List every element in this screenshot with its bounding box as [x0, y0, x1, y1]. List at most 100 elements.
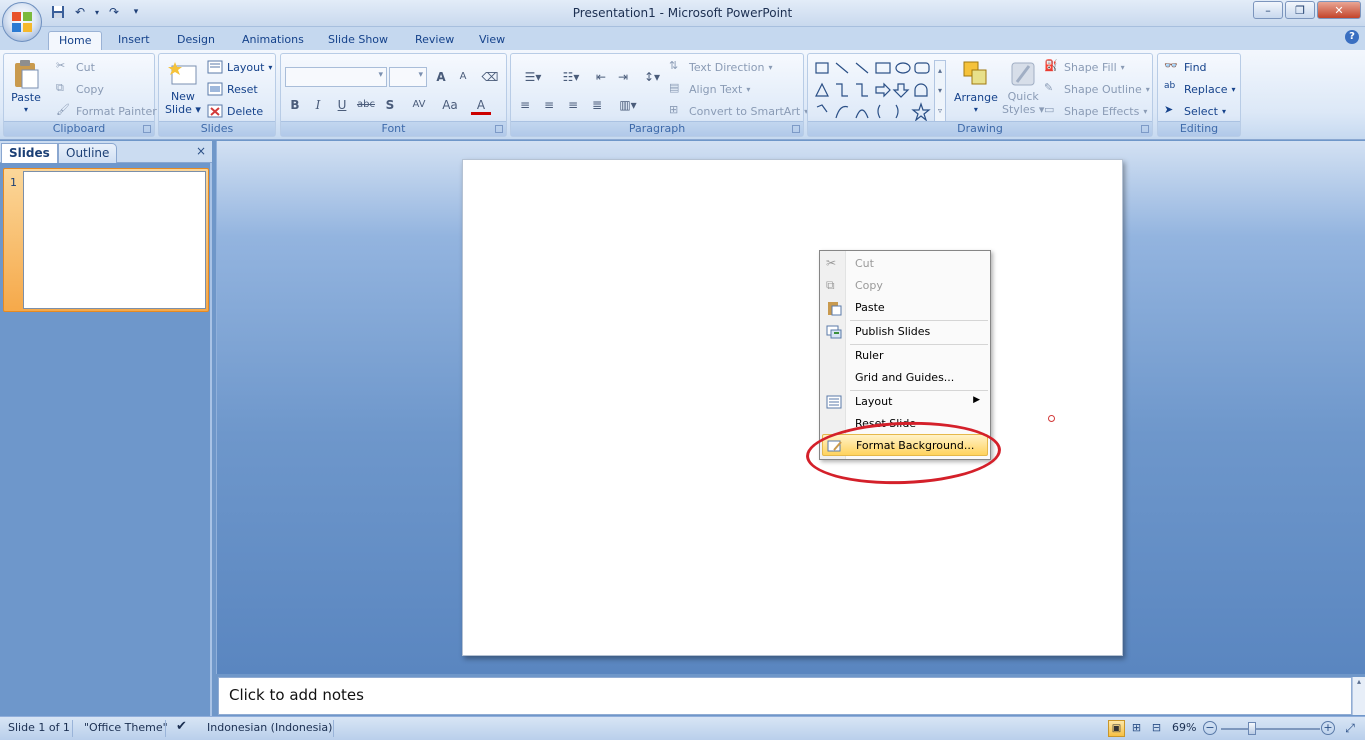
- new-slide-button[interactable]: New Slide ▾: [165, 58, 201, 116]
- scroll-up-icon[interactable]: ▴: [1353, 677, 1365, 686]
- slide-thumbnail-item[interactable]: 1: [3, 168, 209, 312]
- text-shadow-button[interactable]: S: [380, 95, 400, 115]
- tab-slide-show[interactable]: Slide Show: [318, 31, 398, 51]
- cursor-arrow-icon: ➤: [1164, 103, 1174, 116]
- font-size-combo[interactable]: [389, 67, 427, 87]
- shape-effects-button[interactable]: ▭ Shape Effects ▾: [1044, 103, 1147, 119]
- paragraph-dialog-launcher-icon[interactable]: [792, 125, 800, 133]
- menu-item-ruler[interactable]: Ruler: [822, 345, 988, 367]
- arrange-button[interactable]: Arrange ▾: [954, 58, 998, 114]
- numbering-icon[interactable]: ☷▾: [553, 67, 589, 87]
- menu-item-paste[interactable]: Paste: [822, 297, 988, 319]
- font-dialog-launcher-icon[interactable]: [495, 125, 503, 133]
- shape-fill-button[interactable]: ⛽ Shape Fill ▾: [1044, 59, 1125, 75]
- menu-item-cut[interactable]: ✂ Cut: [822, 253, 988, 275]
- select-button[interactable]: ➤ Select ▾: [1164, 103, 1226, 119]
- zoom-out-icon[interactable]: −: [1203, 721, 1217, 735]
- menu-item-cut-label: Cut: [855, 257, 874, 270]
- tab-insert[interactable]: Insert: [108, 31, 160, 51]
- smartart-icon: ⊞: [669, 103, 679, 116]
- font-color-button[interactable]: A: [471, 95, 491, 115]
- strikethrough-button[interactable]: abc: [356, 95, 376, 115]
- text-direction-icon: ⇅: [669, 59, 679, 72]
- close-button[interactable]: ✕: [1317, 1, 1361, 19]
- bold-button[interactable]: B: [285, 95, 305, 115]
- replace-icon: ab: [1164, 81, 1176, 91]
- close-pane-icon[interactable]: ×: [196, 144, 206, 158]
- pane-tab-slides[interactable]: Slides: [1, 143, 58, 163]
- slide-sorter-icon[interactable]: ⊞: [1128, 720, 1145, 737]
- layout-button[interactable]: Layout ▾: [207, 59, 272, 75]
- drawing-dialog-launcher-icon[interactable]: [1141, 125, 1149, 133]
- pane-tab-outline[interactable]: Outline: [58, 143, 118, 163]
- minimize-button[interactable]: –: [1253, 1, 1283, 19]
- columns-icon[interactable]: ▥▾: [613, 95, 643, 115]
- tab-review[interactable]: Review: [405, 31, 464, 51]
- tab-view[interactable]: View: [469, 31, 515, 51]
- align-right-icon[interactable]: ≡: [563, 95, 583, 115]
- fit-to-window-icon[interactable]: ⤢: [1342, 720, 1358, 736]
- align-center-icon[interactable]: ≡: [539, 95, 559, 115]
- grow-font-button[interactable]: A: [431, 67, 451, 87]
- zoom-slider-track[interactable]: [1221, 728, 1320, 730]
- italic-button[interactable]: I: [308, 95, 328, 115]
- menu-item-grid-and-guides[interactable]: Grid and Guides...: [822, 367, 988, 389]
- window-controls: – ❐ ✕: [1253, 1, 1361, 19]
- align-left-icon[interactable]: ≡: [515, 95, 535, 115]
- layout-dropdown-icon: ▾: [268, 62, 273, 72]
- change-case-button[interactable]: Aa: [436, 95, 464, 115]
- tab-design[interactable]: Design: [167, 31, 225, 51]
- increase-indent-icon[interactable]: ⇥: [613, 67, 633, 87]
- cut-button[interactable]: ✂ Cut: [56, 59, 95, 75]
- shape-outline-button[interactable]: ✎ Shape Outline ▾: [1044, 81, 1150, 97]
- text-direction-button[interactable]: ⇅ Text Direction ▾: [669, 59, 772, 75]
- language-status[interactable]: Indonesian (Indonesia): [207, 721, 332, 734]
- menu-item-publish-slides[interactable]: Publish Slides: [822, 321, 988, 343]
- reset-button[interactable]: Reset: [207, 81, 258, 97]
- font-name-combo[interactable]: [285, 67, 387, 87]
- maximize-button[interactable]: ❐: [1285, 1, 1315, 19]
- tab-home[interactable]: Home: [48, 31, 103, 51]
- tab-animations[interactable]: Animations: [232, 31, 314, 51]
- find-button[interactable]: 👓 Find: [1164, 59, 1207, 75]
- convert-smartart-button[interactable]: ⊞Convert to SmartArt▾: [669, 103, 808, 119]
- line-spacing-icon[interactable]: ↕▾: [637, 67, 667, 87]
- scissors-icon: ✂: [826, 256, 837, 270]
- format-painter-button[interactable]: 🖌 Format Painter: [56, 103, 157, 119]
- replace-button[interactable]: ab Replace ▾: [1164, 81, 1236, 97]
- decrease-indent-icon[interactable]: ⇤: [591, 67, 611, 87]
- shapes-gallery[interactable]: [814, 60, 942, 122]
- quick-styles-button[interactable]: Quick Styles ▾: [1002, 58, 1044, 116]
- slide-thumbnail[interactable]: [23, 171, 206, 309]
- zoom-level[interactable]: 69%: [1172, 721, 1196, 734]
- character-spacing-button[interactable]: AV: [405, 95, 433, 115]
- slide-canvas[interactable]: [462, 159, 1123, 656]
- shape-outline-label: Shape Outline: [1064, 82, 1142, 96]
- align-text-button[interactable]: ▤ Align Text ▾: [669, 81, 750, 97]
- help-icon[interactable]: ?: [1345, 30, 1359, 44]
- menu-item-copy[interactable]: ⧉ Copy: [822, 275, 988, 297]
- spellcheck-icon[interactable]: ✔: [176, 719, 187, 734]
- select-label: Select: [1184, 104, 1218, 118]
- shape-outline-dropdown-icon: ▾: [1145, 84, 1150, 94]
- slides-group-label: Slides: [159, 121, 275, 136]
- notes-scrollbar[interactable]: ▴: [1352, 677, 1365, 715]
- justify-icon[interactable]: ≣: [587, 95, 607, 115]
- underline-button[interactable]: U: [332, 95, 352, 115]
- clear-formatting-icon[interactable]: ⌫: [480, 67, 500, 87]
- menu-item-layout[interactable]: Layout ▶: [822, 391, 988, 413]
- zoom-slider-thumb[interactable]: [1248, 722, 1256, 735]
- shrink-font-button[interactable]: A: [453, 67, 473, 87]
- cut-label: Cut: [76, 60, 95, 74]
- slide-show-icon[interactable]: ⊟: [1148, 720, 1165, 737]
- delete-button[interactable]: Delete: [207, 103, 263, 119]
- zoom-in-icon[interactable]: +: [1321, 721, 1335, 735]
- shapes-gallery-scroll[interactable]: ▴ ▾ ▿: [934, 60, 946, 122]
- clipboard-dialog-launcher-icon[interactable]: [143, 125, 151, 133]
- paste-button[interactable]: Paste ▾: [10, 58, 42, 114]
- office-button[interactable]: [2, 2, 42, 42]
- copy-button[interactable]: ⧉ Copy: [56, 81, 104, 97]
- bullets-icon[interactable]: ☰▾: [515, 67, 551, 87]
- notes-pane[interactable]: Click to add notes: [218, 677, 1352, 715]
- normal-view-icon[interactable]: ▣: [1108, 720, 1125, 737]
